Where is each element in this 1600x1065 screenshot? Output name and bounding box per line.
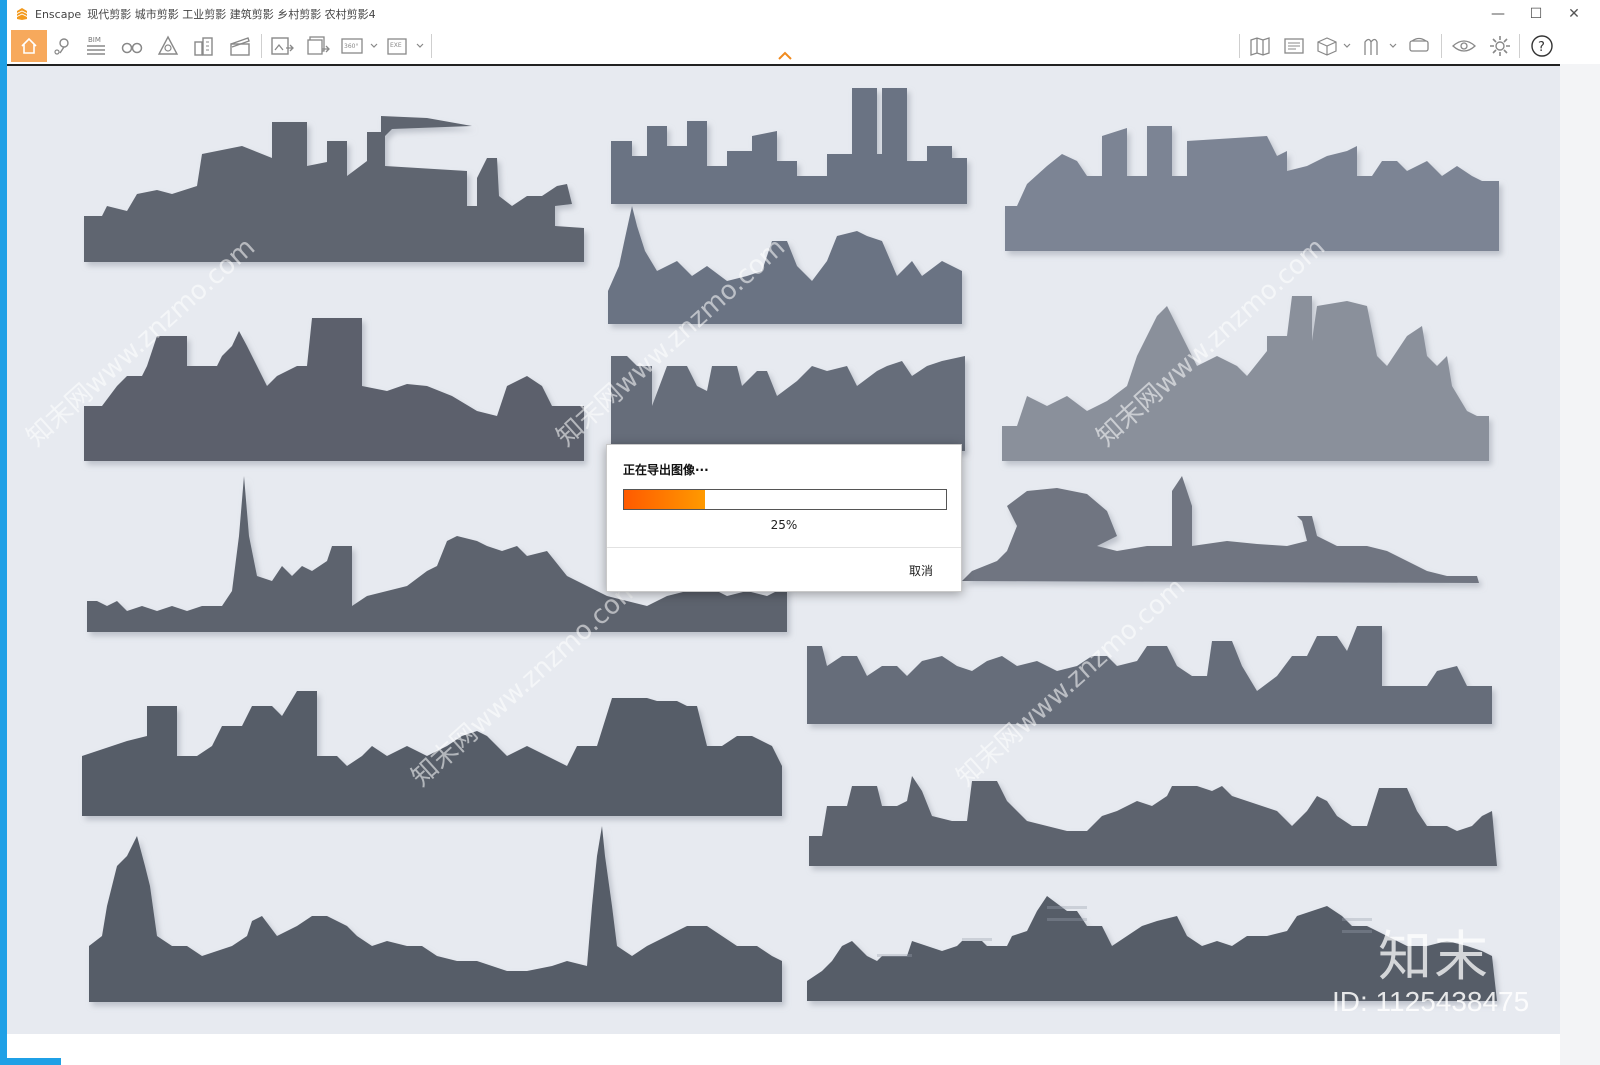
toolbar-separator — [1441, 34, 1442, 58]
minimize-button[interactable]: — — [1482, 0, 1514, 28]
vr-button[interactable] — [1405, 32, 1435, 60]
map-icon — [1250, 37, 1270, 56]
bim-label: BIM — [88, 36, 101, 44]
close-button[interactable]: ✕ — [1558, 0, 1590, 28]
export-exe-icon: EXE — [387, 38, 424, 55]
settings-button[interactable] — [1485, 32, 1515, 60]
gear-icon — [1490, 36, 1510, 56]
bim-button[interactable]: BIM — [81, 32, 111, 60]
home-button[interactable] — [11, 30, 47, 62]
views-button[interactable] — [117, 32, 147, 60]
home-icon — [21, 37, 37, 54]
silhouette-industrial-3 — [1005, 126, 1499, 251]
walk-icon — [1364, 38, 1397, 55]
export-progress-dialog: 正在导出图像··· 25% 取消 — [606, 444, 962, 592]
location-button[interactable] — [47, 32, 77, 60]
render-360-icon: 360° — [341, 38, 378, 54]
help-icon: ? — [1531, 35, 1553, 57]
render-image-icon — [271, 37, 294, 55]
view-cube-button[interactable] — [1313, 32, 1353, 60]
render-360-button[interactable]: 360° — [339, 32, 379, 60]
sun-icon — [157, 35, 179, 55]
cancel-button[interactable]: 取消 — [909, 562, 933, 579]
chevron-up-icon[interactable] — [777, 48, 793, 62]
toolbar-separator — [1519, 34, 1520, 58]
progress-percent-text: 25% — [770, 518, 798, 532]
title-bar: Enscape 现代剪影 城市剪影 工业剪影 建筑剪影 乡村剪影 农村剪影4 —… — [7, 0, 1600, 28]
window-title: 现代剪影 城市剪影 工业剪影 建筑剪影 乡村剪影 农村剪影4 — [87, 8, 376, 21]
viewport-bottom-strip — [7, 1034, 1560, 1058]
screenshot-icon — [1284, 38, 1304, 54]
window-accent-border — [0, 0, 7, 1065]
silhouette-city-10 — [807, 626, 1492, 724]
export-progress-fill — [624, 490, 705, 509]
taskbar-accent — [7, 1058, 61, 1065]
enscape-window: Enscape 现代剪影 城市剪影 工业剪影 建筑剪影 乡村剪影 农村剪影4 —… — [0, 0, 1600, 1065]
batch-render-button[interactable] — [303, 32, 333, 60]
label-360: 360° — [344, 43, 358, 50]
location-pin-icon — [54, 38, 69, 55]
toolbar: BIM 360° EXE ? — [7, 28, 1593, 66]
silhouette-industrial-1 — [84, 116, 584, 262]
screenshot-button[interactable] — [1279, 32, 1309, 60]
dialog-divider — [607, 547, 961, 548]
buildings-icon — [194, 37, 213, 56]
window-controls: — ☐ ✕ — [1482, 0, 1590, 28]
silhouette-city-4 — [608, 206, 962, 324]
vr-headset-icon — [1409, 37, 1429, 52]
watermark-logo: 知末 — [1378, 925, 1490, 988]
maximize-button[interactable]: ☐ — [1520, 0, 1552, 28]
walk-mode-button[interactable] — [1359, 32, 1399, 60]
batch-render-icon — [307, 36, 330, 55]
help-button[interactable]: ? — [1527, 32, 1557, 60]
export-exe-button[interactable]: EXE — [385, 32, 425, 60]
silhouette-city-13 — [89, 826, 782, 1002]
eye-icon — [1452, 40, 1476, 52]
map-button[interactable] — [1245, 32, 1275, 60]
silhouette-city-2 — [611, 88, 967, 204]
help-label: ? — [1538, 40, 1545, 55]
viewport-side-strip — [1560, 64, 1600, 1065]
watermark-id: ID: 1125438475 — [1332, 986, 1530, 1017]
bim-icon: BIM — [87, 36, 105, 55]
window-title-app: Enscape — [35, 7, 82, 21]
silhouette-rural-8 — [962, 476, 1479, 583]
export-progress-bar — [623, 489, 947, 510]
toolbar-separator — [261, 34, 262, 58]
dialog-title: 正在导出图像··· — [623, 463, 709, 477]
silhouette-city-12 — [809, 776, 1497, 866]
clapper-icon — [230, 37, 250, 56]
toolbar-separator — [1239, 34, 1240, 58]
toolbar-separator — [431, 34, 432, 58]
binoculars-icon — [121, 42, 143, 54]
label-exe: EXE — [390, 42, 402, 49]
cube-icon — [1317, 37, 1351, 56]
render-image-button[interactable] — [267, 32, 297, 60]
atmosphere-button[interactable] — [153, 32, 183, 60]
assets-button[interactable] — [189, 32, 219, 60]
visual-settings-button[interactable] — [1449, 32, 1479, 60]
video-editor-button[interactable] — [225, 32, 255, 60]
enscape-logo-icon — [17, 8, 27, 20]
